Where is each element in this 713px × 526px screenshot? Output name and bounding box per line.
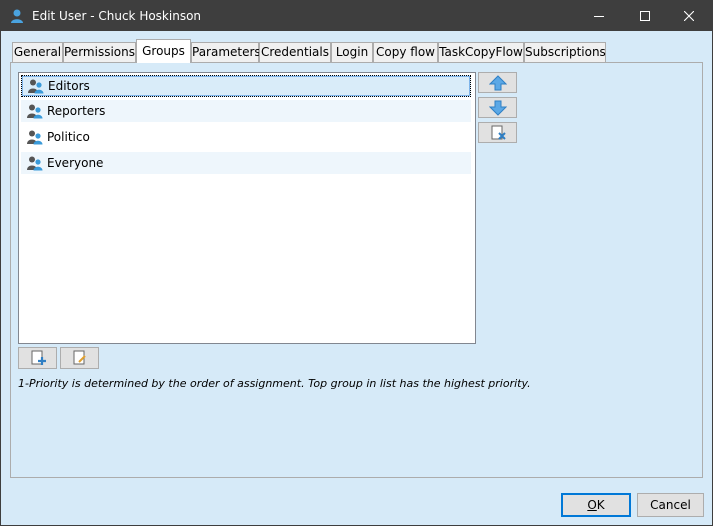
edit-group-icon	[73, 350, 86, 365]
close-icon	[684, 11, 694, 21]
list-item-label: Reporters	[47, 104, 106, 118]
list-item-label: Everyone	[47, 156, 104, 170]
remove-group-icon	[491, 125, 506, 140]
list-item[interactable]: Editors	[21, 75, 471, 97]
tab-parameters[interactable]: Parameters	[191, 42, 261, 62]
tab-general[interactable]: General	[12, 42, 63, 62]
ok-button[interactable]: OK	[561, 493, 631, 517]
move-down-button[interactable]	[478, 97, 517, 118]
group-icon	[28, 79, 44, 94]
tab-copy-flow[interactable]: Copy flow	[373, 42, 438, 62]
tab-login[interactable]: Login	[331, 42, 373, 62]
add-group-icon	[31, 350, 46, 365]
cancel-button[interactable]: Cancel	[637, 493, 704, 517]
user-icon	[9, 8, 25, 24]
minimize-button[interactable]	[576, 1, 622, 31]
groups-list[interactable]: Editors Reporters Politico Everyone	[18, 72, 476, 344]
minimize-icon	[594, 16, 604, 17]
remove-group-button[interactable]	[478, 122, 517, 143]
group-icon	[27, 156, 43, 171]
ok-label-rest: K	[596, 498, 605, 512]
groups-tab-panel: Editors Reporters Politico Everyone 1-Pr…	[10, 62, 703, 478]
tab-groups[interactable]: Groups	[136, 39, 191, 63]
ok-mnemonic: O	[587, 498, 597, 512]
group-icon	[27, 130, 43, 145]
edit-group-button[interactable]	[60, 347, 99, 369]
maximize-icon	[640, 11, 650, 21]
list-item[interactable]: Reporters	[21, 100, 471, 122]
list-item[interactable]: Politico	[21, 126, 471, 148]
move-up-button[interactable]	[478, 72, 517, 93]
close-button[interactable]	[666, 1, 712, 31]
tab-taskcopyflow[interactable]: TaskCopyFlow	[438, 42, 524, 62]
edit-user-window: Edit User - Chuck Hoskinson General Perm…	[0, 0, 713, 526]
maximize-button[interactable]	[622, 1, 668, 31]
move-down-icon	[488, 100, 507, 116]
add-group-button[interactable]	[18, 347, 57, 369]
priority-note: 1-Priority is determined by the order of…	[18, 377, 531, 390]
title-bar[interactable]: Edit User - Chuck Hoskinson	[1, 1, 712, 31]
list-item-label: Politico	[47, 130, 90, 144]
group-icon	[27, 104, 43, 119]
tab-subscriptions[interactable]: Subscriptions	[524, 42, 606, 62]
move-up-icon	[488, 74, 507, 90]
list-item-label: Editors	[48, 79, 90, 93]
tab-credentials[interactable]: Credentials	[259, 42, 331, 62]
list-item[interactable]: Everyone	[21, 152, 471, 174]
window-title: Edit User - Chuck Hoskinson	[32, 9, 202, 23]
tab-permissions[interactable]: Permissions	[63, 42, 136, 62]
